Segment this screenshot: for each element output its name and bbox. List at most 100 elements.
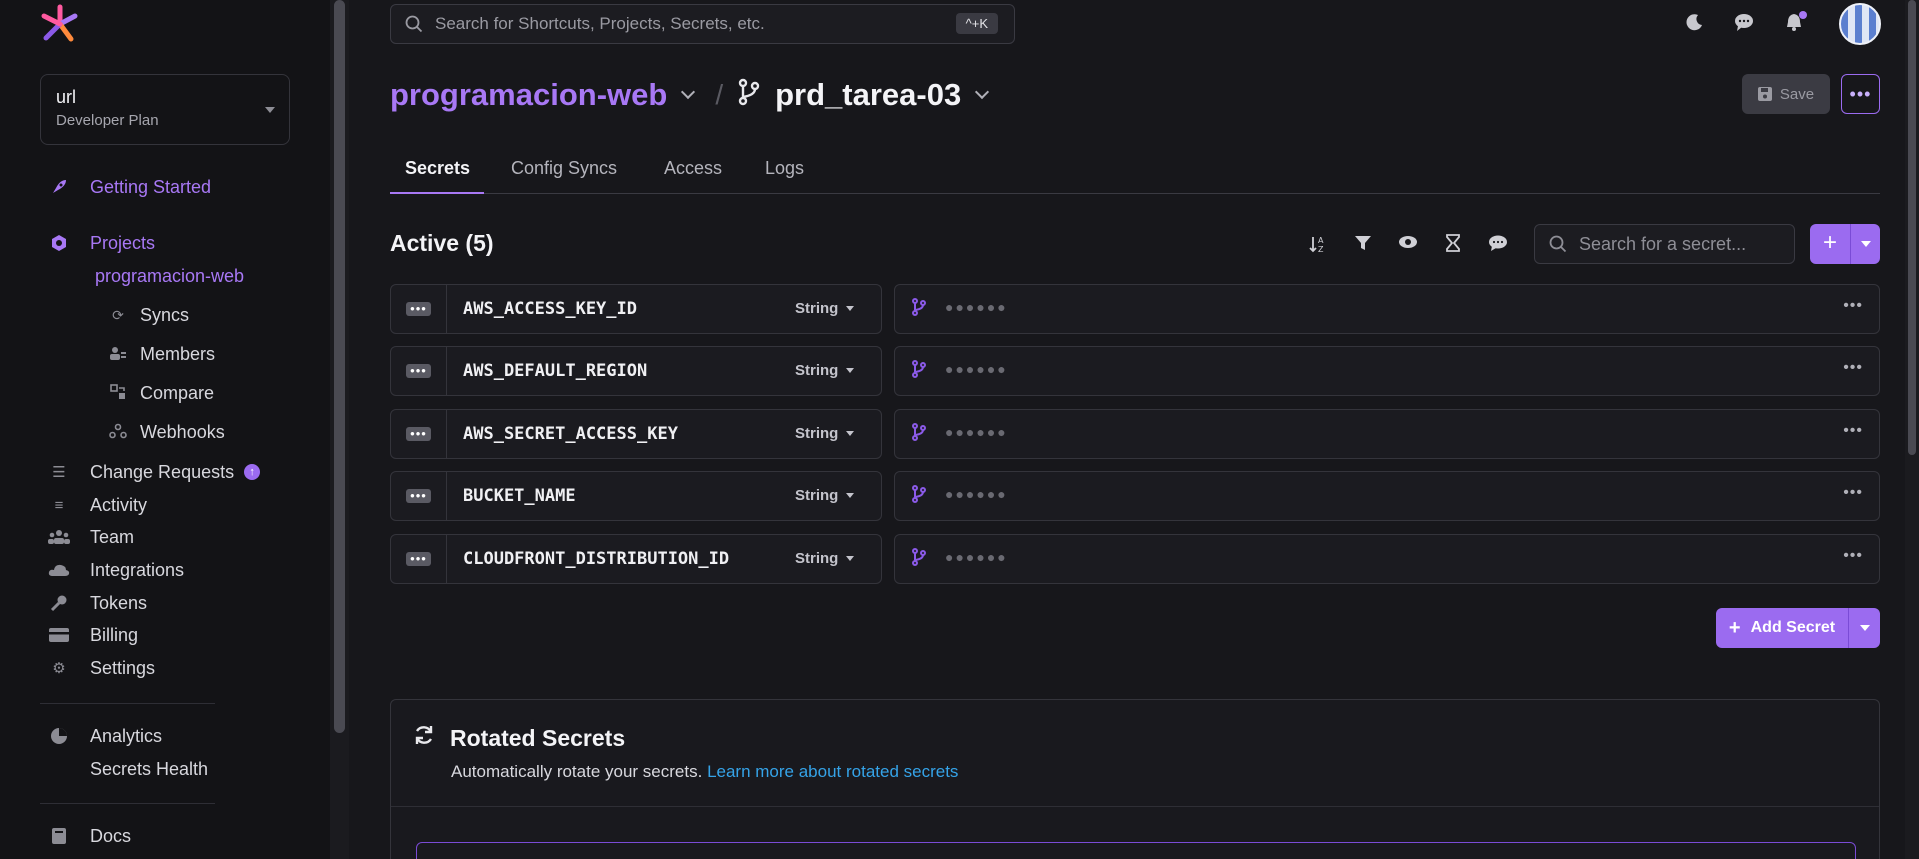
branch-override-icon[interactable] bbox=[911, 298, 927, 321]
branch-override-icon[interactable] bbox=[911, 360, 927, 383]
sidebar-item-settings[interactable]: ⚙ Settings bbox=[48, 654, 155, 682]
secret-key-box[interactable]: ••• AWS_ACCESS_KEY_ID String bbox=[390, 284, 882, 334]
sidebar-item-team[interactable]: Team bbox=[48, 523, 134, 551]
moon-icon[interactable] bbox=[1683, 12, 1707, 36]
project-name[interactable]: programacion-web bbox=[390, 77, 667, 113]
sidebar-item-change-requests[interactable]: ☰ Change Requests ↑ bbox=[48, 458, 261, 486]
secret-key-box[interactable]: ••• AWS_DEFAULT_REGION String bbox=[390, 346, 882, 396]
sidebar-item-tokens[interactable]: Tokens bbox=[48, 589, 147, 617]
doppler-logo[interactable] bbox=[38, 4, 82, 44]
secret-name[interactable]: AWS_ACCESS_KEY_ID bbox=[463, 299, 637, 319]
rotated-secrets-setup-box[interactable] bbox=[416, 842, 1856, 859]
ellipsis-icon[interactable]: ••• bbox=[1843, 359, 1863, 377]
add-secret-dropdown[interactable] bbox=[1851, 224, 1880, 264]
ellipsis-icon[interactable]: ••• bbox=[1843, 484, 1863, 502]
rotated-secrets-learn-more-link[interactable]: Learn more about rotated secrets bbox=[707, 762, 958, 781]
hourglass-icon[interactable] bbox=[1441, 234, 1465, 258]
secret-value-masked[interactable]: ●●●●●● bbox=[945, 361, 1008, 377]
sidebar-item-webhooks[interactable]: Webhooks bbox=[108, 419, 225, 445]
add-secret-top-button[interactable]: + bbox=[1810, 224, 1880, 264]
global-search-input[interactable]: Search for Shortcuts, Projects, Secrets,… bbox=[390, 4, 1015, 44]
secret-search-input[interactable]: Search for a secret... bbox=[1534, 224, 1795, 264]
upgrade-badge-icon: ↑ bbox=[244, 464, 261, 480]
add-secret-dropdown[interactable] bbox=[1849, 608, 1880, 648]
secret-row-menu-button[interactable]: ••• bbox=[391, 410, 447, 458]
sidebar-item-activity[interactable]: ≡ Activity bbox=[48, 491, 147, 519]
sidebar-item-projects[interactable]: Projects bbox=[48, 229, 155, 257]
avatar[interactable] bbox=[1839, 3, 1881, 45]
secret-value-box[interactable]: ●●●●●● ••• bbox=[894, 534, 1880, 584]
sidebar-scrollbar[interactable] bbox=[330, 0, 349, 859]
sidebar-item-current-project[interactable]: programacion-web bbox=[95, 266, 244, 287]
sidebar-scrollbar-thumb[interactable] bbox=[334, 0, 345, 733]
environment-name[interactable]: prd_tarea-03 bbox=[775, 77, 961, 113]
caret-down-icon bbox=[265, 107, 275, 113]
sidebar-item-billing[interactable]: Billing bbox=[48, 621, 138, 649]
secret-name[interactable]: AWS_SECRET_ACCESS_KEY bbox=[463, 424, 678, 444]
tab-secrets[interactable]: Secrets bbox=[405, 158, 470, 179]
main-scrollbar[interactable] bbox=[1905, 0, 1919, 859]
secret-key-box[interactable]: ••• BUCKET_NAME String bbox=[390, 471, 882, 521]
branch-override-icon[interactable] bbox=[911, 423, 927, 446]
chevron-down-icon[interactable] bbox=[681, 84, 696, 100]
chevron-down-icon[interactable] bbox=[975, 84, 990, 100]
more-options-button[interactable]: ••• bbox=[1841, 74, 1880, 114]
secret-value-masked[interactable]: ●●●●●● bbox=[945, 299, 1008, 315]
filter-icon[interactable] bbox=[1351, 234, 1375, 258]
secret-type-dropdown[interactable]: String bbox=[795, 362, 855, 379]
eye-icon[interactable] bbox=[1396, 234, 1420, 258]
main-scrollbar-thumb[interactable] bbox=[1908, 0, 1916, 455]
secret-row-menu-button[interactable]: ••• bbox=[391, 472, 447, 520]
breadcrumb-separator: / bbox=[715, 79, 724, 110]
ellipsis-icon[interactable]: ••• bbox=[1843, 422, 1863, 440]
secret-name[interactable]: CLOUDFRONT_DISTRIBUTION_ID bbox=[463, 549, 729, 569]
secret-name[interactable]: AWS_DEFAULT_REGION bbox=[463, 361, 647, 381]
plus-icon: + bbox=[1728, 617, 1741, 639]
sort-icon[interactable]: AZ bbox=[1306, 234, 1330, 258]
workplace-selector[interactable]: url Developer Plan bbox=[40, 74, 290, 145]
secret-value-box[interactable]: ●●●●●● ••• bbox=[894, 471, 1880, 521]
sidebar-item-label: Getting Started bbox=[90, 176, 212, 197]
secret-type-dropdown[interactable]: String bbox=[795, 425, 855, 442]
ellipsis-icon[interactable]: ••• bbox=[1843, 297, 1863, 315]
chat-icon[interactable] bbox=[1732, 12, 1756, 36]
secret-name[interactable]: BUCKET_NAME bbox=[463, 486, 576, 506]
secret-value-box[interactable]: ●●●●●● ••• bbox=[894, 346, 1880, 396]
workplace-plan: Developer Plan bbox=[56, 112, 159, 129]
sidebar-item-compare[interactable]: Compare bbox=[108, 380, 214, 406]
sidebar-item-integrations[interactable]: Integrations bbox=[48, 556, 184, 584]
ellipsis-icon[interactable]: ••• bbox=[1843, 547, 1863, 565]
sidebar-item-syncs[interactable]: ⟳ Syncs bbox=[108, 302, 189, 328]
tab-logs[interactable]: Logs bbox=[765, 158, 804, 179]
secret-value-masked[interactable]: ●●●●●● bbox=[945, 424, 1008, 440]
secret-type-dropdown[interactable]: String bbox=[795, 300, 855, 317]
sidebar-item-docs[interactable]: Docs bbox=[48, 822, 131, 850]
sidebar-item-label: Activity bbox=[90, 494, 148, 515]
tab-config-syncs[interactable]: Config Syncs bbox=[511, 158, 617, 179]
sidebar-item-members[interactable]: Members bbox=[108, 341, 215, 367]
ellipsis-icon: ••• bbox=[1849, 83, 1872, 104]
secret-type-dropdown[interactable]: String bbox=[795, 487, 855, 504]
sidebar-item-getting-started[interactable]: Getting Started bbox=[48, 173, 211, 201]
secret-value-box[interactable]: ●●●●●● ••• bbox=[894, 284, 1880, 334]
secret-type-dropdown[interactable]: String bbox=[795, 550, 855, 567]
sidebar-item-analytics[interactable]: Analytics bbox=[48, 722, 162, 750]
sidebar-item-secrets-health[interactable]: Secrets Health bbox=[48, 755, 208, 783]
secret-key-box[interactable]: ••• CLOUDFRONT_DISTRIBUTION_ID String bbox=[390, 534, 882, 584]
plus-icon[interactable]: + bbox=[1810, 224, 1850, 264]
secret-value-masked[interactable]: ●●●●●● bbox=[945, 486, 1008, 502]
gear-icon: ⚙ bbox=[52, 660, 66, 677]
comment-icon[interactable] bbox=[1486, 234, 1510, 258]
save-button[interactable]: Save bbox=[1742, 74, 1830, 114]
tab-access[interactable]: Access bbox=[664, 158, 722, 179]
card-icon bbox=[48, 624, 70, 646]
secret-row-menu-button[interactable]: ••• bbox=[391, 535, 447, 583]
secret-value-box[interactable]: ●●●●●● ••• bbox=[894, 409, 1880, 459]
secret-key-box[interactable]: ••• AWS_SECRET_ACCESS_KEY String bbox=[390, 409, 882, 459]
branch-override-icon[interactable] bbox=[911, 548, 927, 571]
secret-row-menu-button[interactable]: ••• bbox=[391, 285, 447, 333]
branch-override-icon[interactable] bbox=[911, 485, 927, 508]
secret-row-menu-button[interactable]: ••• bbox=[391, 347, 447, 395]
secret-value-masked[interactable]: ●●●●●● bbox=[945, 549, 1008, 565]
add-secret-button[interactable]: + Add Secret bbox=[1716, 608, 1880, 648]
